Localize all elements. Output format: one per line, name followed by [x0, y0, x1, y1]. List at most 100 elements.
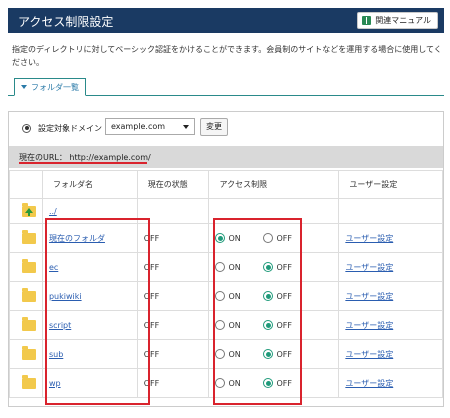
- radio-on-icon[interactable]: [215, 320, 226, 330]
- user-cell: [338, 198, 443, 224]
- related-manual-label: 関連マニュアル: [375, 16, 431, 25]
- radio-off-icon[interactable]: [263, 262, 274, 272]
- table-row: sub OFF ON OFF ユーザー設定: [9, 339, 443, 369]
- radio-off-label: OFF: [276, 291, 292, 301]
- access-radio-group: ON OFF: [215, 291, 338, 301]
- radio-off-label: OFF: [276, 320, 292, 330]
- url-highlight: [19, 162, 147, 164]
- icon-cell: [9, 252, 43, 282]
- access-radio-group: ON OFF: [215, 233, 338, 243]
- folder-link[interactable]: sub: [49, 350, 63, 359]
- folder-link[interactable]: 現在のフォルダ: [49, 234, 105, 243]
- access-cell: ON OFF: [208, 252, 340, 282]
- radio-on-icon[interactable]: [215, 378, 226, 388]
- current-url-bar: 現在のURL： http://example.com/: [9, 146, 443, 168]
- icon-cell: [9, 198, 43, 224]
- related-manual-button[interactable]: 関連マニュアル: [357, 12, 438, 29]
- folder-link[interactable]: pukiwiki: [49, 292, 82, 301]
- header-folder-name: フォルダ名: [41, 170, 138, 199]
- name-cell: ../: [41, 198, 138, 224]
- radio-on-icon[interactable]: [215, 349, 226, 359]
- folder-link[interactable]: ec: [49, 263, 58, 272]
- radio-on-label: ON: [228, 262, 241, 272]
- name-cell: pukiwiki: [41, 281, 138, 311]
- header-user-settings: ユーザー設定: [338, 170, 443, 199]
- page-header: アクセス制限設定 関連マニュアル: [8, 8, 444, 33]
- user-settings-link[interactable]: ユーザー設定: [345, 321, 393, 330]
- access-on-option[interactable]: ON: [215, 320, 263, 330]
- access-on-option[interactable]: ON: [215, 291, 263, 301]
- radio-on-icon[interactable]: [215, 233, 226, 243]
- access-off-option[interactable]: OFF: [263, 320, 311, 330]
- name-cell: wp: [41, 368, 138, 398]
- radio-off-label: OFF: [276, 349, 292, 359]
- user-cell: ユーザー設定: [338, 368, 443, 398]
- folder-icon: [22, 287, 36, 302]
- radio-off-label: OFF: [276, 378, 292, 388]
- table-row-parent: ../: [9, 198, 443, 224]
- radio-off-icon[interactable]: [263, 233, 274, 243]
- state-cell: OFF: [136, 310, 210, 340]
- table-row: wp OFF ON OFF ユーザー設定: [9, 368, 443, 398]
- page-description: 指定のディレクトリに対してベーシック認証をかけることができます。会員制のサイトな…: [12, 45, 442, 67]
- user-settings-link[interactable]: ユーザー設定: [345, 379, 393, 388]
- header-access-restriction: アクセス制限: [208, 170, 340, 199]
- radio-off-icon[interactable]: [263, 320, 274, 330]
- radio-on-icon[interactable]: [215, 291, 226, 301]
- access-cell: ON OFF: [208, 310, 340, 340]
- access-cell: ON OFF: [208, 223, 340, 253]
- table-row: script OFF ON OFF ユーザー設定: [9, 310, 443, 340]
- name-cell: 現在のフォルダ: [41, 223, 138, 253]
- table-row: ec OFF ON OFF ユーザー設定: [9, 252, 443, 282]
- access-on-option[interactable]: ON: [215, 233, 263, 243]
- folder-link[interactable]: wp: [49, 379, 61, 388]
- icon-cell: [9, 368, 43, 398]
- access-cell: ON OFF: [208, 368, 340, 398]
- user-settings-link[interactable]: ユーザー設定: [345, 234, 393, 243]
- header-current-state: 現在の状態: [136, 170, 210, 199]
- user-settings-link[interactable]: ユーザー設定: [345, 350, 393, 359]
- folder-link[interactable]: script: [49, 321, 71, 330]
- access-off-option[interactable]: OFF: [263, 262, 311, 272]
- page-title: アクセス制限設定: [18, 15, 114, 29]
- radio-off-icon[interactable]: [263, 349, 274, 359]
- icon-cell: [9, 310, 43, 340]
- folder-up-icon: [22, 202, 36, 217]
- access-off-option[interactable]: OFF: [263, 291, 311, 301]
- icon-cell: [9, 223, 43, 253]
- state-cell: OFF: [136, 281, 210, 311]
- table-row: 現在のフォルダ OFF ON OFF ユーザー設定: [9, 223, 443, 253]
- user-cell: ユーザー設定: [338, 223, 443, 253]
- access-radio-group: ON OFF: [215, 262, 338, 272]
- domain-select[interactable]: example.com: [105, 118, 195, 135]
- user-settings-link[interactable]: ユーザー設定: [345, 292, 393, 301]
- header-icon-cell: [9, 170, 43, 199]
- access-radio-group: ON OFF: [215, 320, 338, 330]
- access-off-option[interactable]: OFF: [263, 378, 311, 388]
- access-radio-group: ON OFF: [215, 349, 338, 359]
- folder-table: フォルダ名 現在の状態 アクセス制限 ユーザー設定 ../ 現在のフォルダ OF…: [9, 170, 443, 398]
- tab-label: フォルダ一覧: [31, 82, 79, 92]
- state-cell: OFF: [136, 339, 210, 369]
- access-on-option[interactable]: ON: [215, 378, 263, 388]
- domain-radio[interactable]: [22, 123, 31, 133]
- domain-label: 設定対象ドメイン: [38, 123, 102, 133]
- parent-folder-link[interactable]: ../: [49, 207, 57, 216]
- radio-on-icon[interactable]: [215, 262, 226, 272]
- tab-folder-list[interactable]: フォルダ一覧: [14, 78, 86, 96]
- radio-off-icon[interactable]: [263, 378, 274, 388]
- table-header-row: フォルダ名 現在の状態 アクセス制限 ユーザー設定: [9, 170, 443, 199]
- access-off-option[interactable]: OFF: [263, 349, 311, 359]
- access-on-option[interactable]: ON: [215, 349, 263, 359]
- user-settings-link[interactable]: ユーザー設定: [345, 263, 393, 272]
- radio-off-icon[interactable]: [263, 291, 274, 301]
- access-radio-group: ON OFF: [215, 378, 338, 388]
- radio-on-label: ON: [228, 378, 241, 388]
- access-cell: [208, 198, 340, 224]
- access-off-option[interactable]: OFF: [263, 233, 311, 243]
- user-cell: ユーザー設定: [338, 281, 443, 311]
- access-on-option[interactable]: ON: [215, 262, 263, 272]
- change-button[interactable]: 変更: [200, 118, 228, 136]
- access-cell: ON OFF: [208, 281, 340, 311]
- state-cell: OFF: [136, 368, 210, 398]
